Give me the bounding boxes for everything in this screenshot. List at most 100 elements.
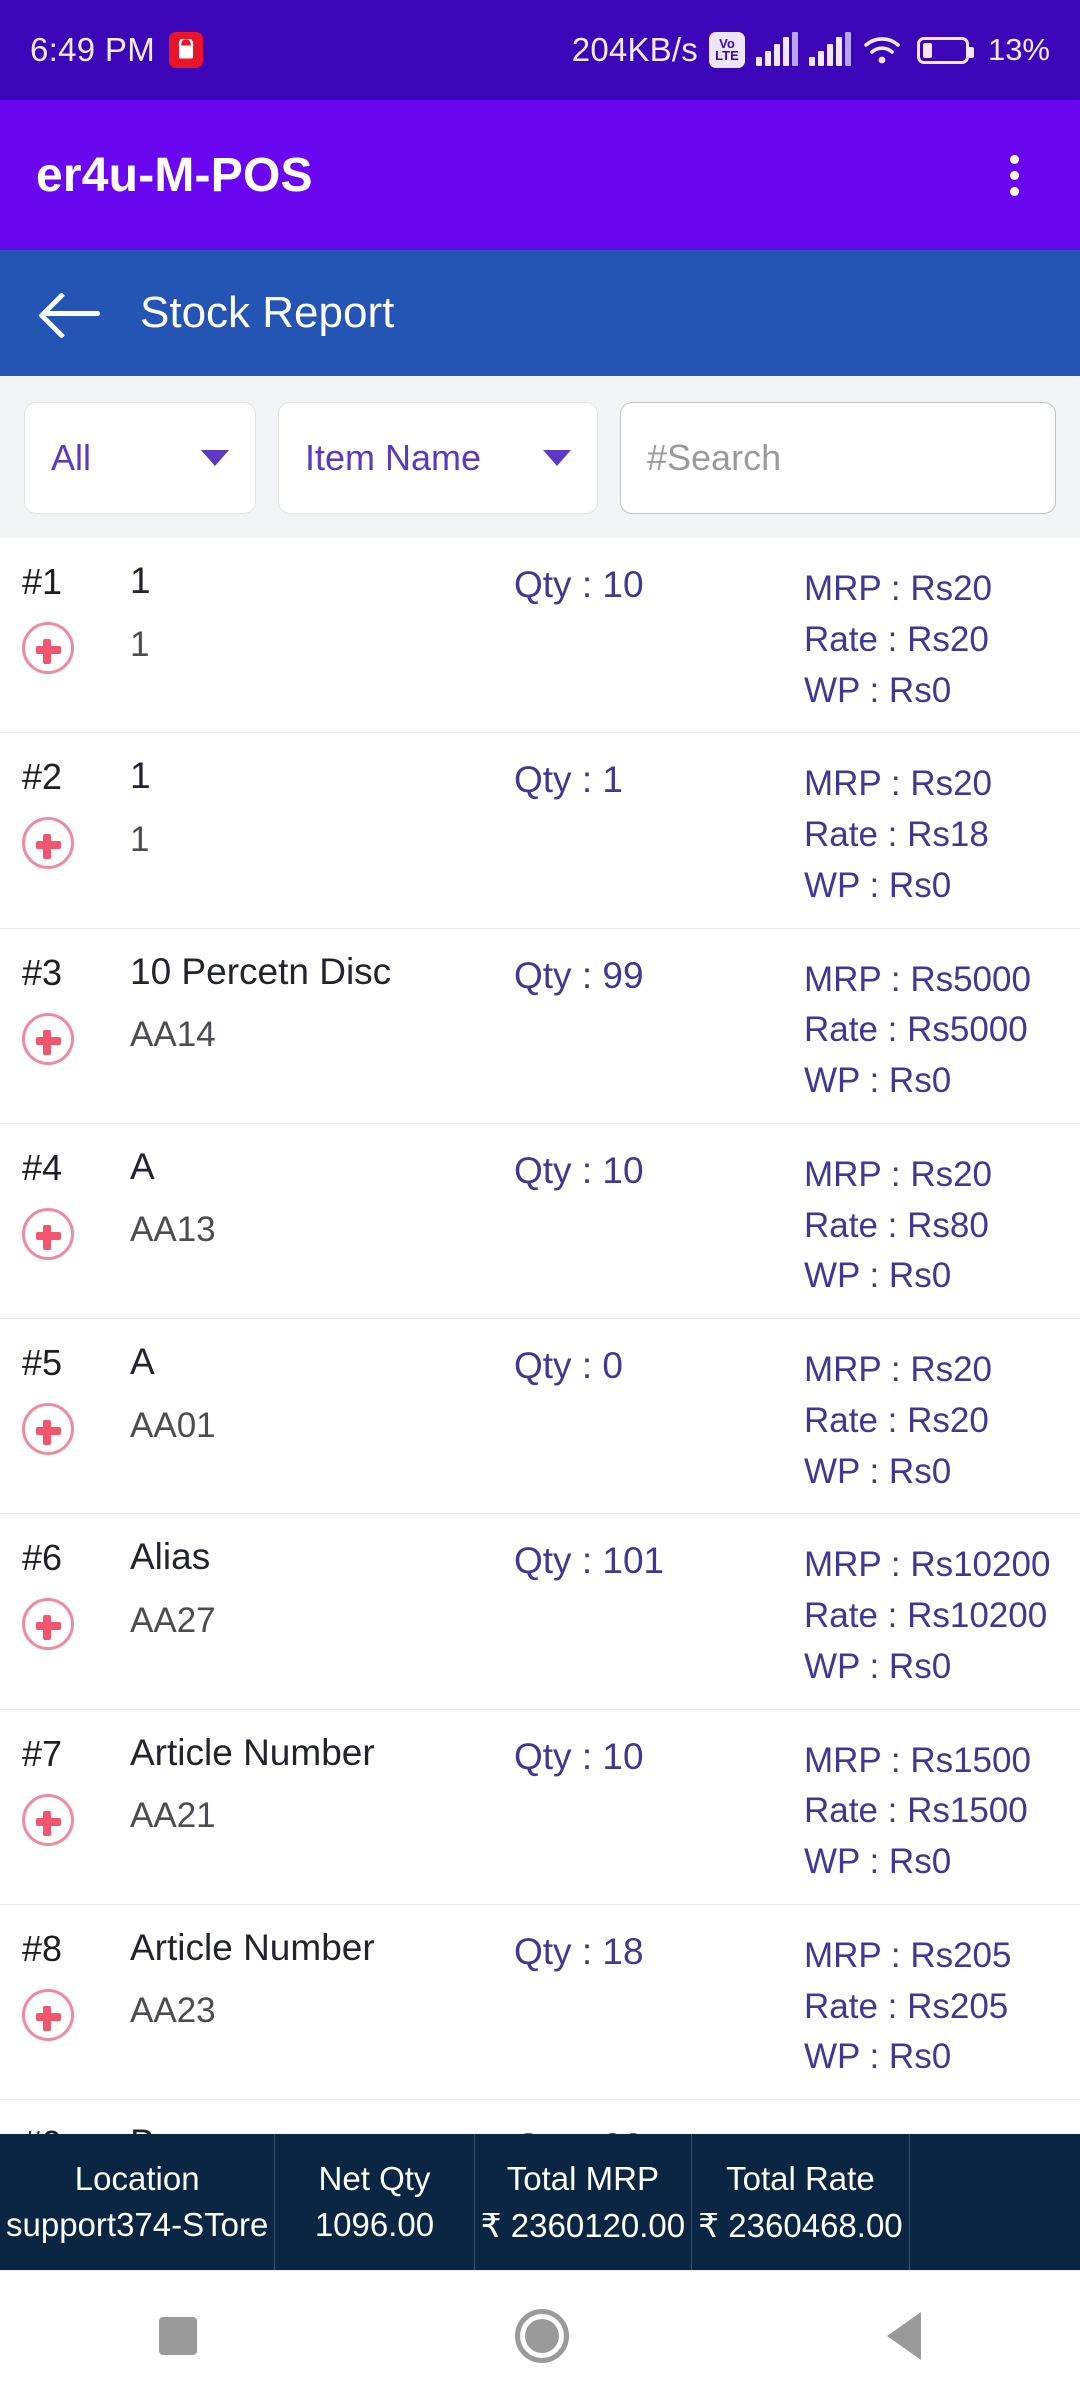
more-vertical-icon[interactable] [984,145,1044,205]
system-nav-bar [0,2270,1080,2400]
row-item-name: 1 [130,755,151,797]
row-qty-cell: Qty : 10 [514,556,804,606]
cellular-signal-icon-2 [808,32,851,66]
row-price-cell: MRP : Rs20 Rate : Rs80 WP : Rs0 [804,1142,1054,1302]
triangle-back-icon[interactable] [887,2311,921,2360]
row-index: #4 [22,1146,63,1188]
battery-percent: 13% [987,32,1050,67]
table-row[interactable]: #8 Article Number AA23 Qty : 18 MRP : Rs205 R… [0,1905,1080,2100]
row-wp: WP : Rs0 [804,2037,952,2077]
row-qty: Qty : 10 [514,1149,644,1191]
table-row[interactable]: #5 A AA01 Qty : 0 MRP : Rs20 Rate : Rs20 WP : … [0,1319,1080,1515]
circle-home-icon[interactable] [515,2308,569,2363]
row-price-cell: MRP : Rs25Rate : Rs25WP : Rs0 [804,2118,1054,2134]
row-price-cell: MRP : Rs20 Rate : Rs18 WP : Rs0 [804,751,1054,911]
row-qty: Qty : 0 [514,1345,623,1386]
row-qty-cell: Qty : 99 [514,947,804,997]
sort-dropdown[interactable]: Item Name [278,402,598,514]
summary-value: ₹ 2360120.00 [480,2206,686,2244]
summary-cell: Location support374-STore [0,2134,276,2270]
add-circle-icon[interactable] [22,1403,74,1455]
row-rate: Rate : Rs80 [804,1205,989,1245]
add-circle-icon[interactable] [22,1012,74,1065]
table-row[interactable]: #2 1 1 Qty : 1 MRP : Rs20 Rate : Rs18 WP : Rs0 [0,733,1080,929]
row-mrp: MRP : Rs25 [804,2126,1054,2134]
row-index: #3 [22,951,63,993]
row-name-cell: 11 [130,751,514,860]
table-row[interactable]: #4 A AA13 Qty : 10 MRP : Rs20 Rate : Rs80 WP :… [0,1124,1080,1319]
table-row[interactable]: #3 10 Percetn Disc AA14 Qty : 99 MRP : Rs500… [0,929,1080,1124]
row-rate: Rate : Rs205 [804,1986,1009,2026]
category-dropdown[interactable]: All [24,402,256,514]
app-title: er4u-M-POS [36,148,313,202]
row-rate: Rate : Rs10200 [804,1596,1048,1635]
search-input[interactable] [647,437,1055,479]
summary-bar: Location support374-STore Net Qty 1096.00 To… [0,2134,1080,2270]
status-bar-right: 204KB/s Vo LTE 13% [572,31,1050,69]
row-qty-cell: Qty : 1 [514,751,804,801]
row-item-code: 1 [130,819,150,859]
summary-cell: Total MRP ₹ 2360120.00 [475,2134,693,2270]
category-dropdown-label: All [51,437,92,478]
row-index: #6 [22,1537,63,1579]
add-circle-icon[interactable] [22,1793,74,1846]
row-index: #7 [22,1732,63,1774]
row-index: #8 [22,1927,63,1969]
summary-value: support374-STore [6,2206,269,2243]
row-mrp: MRP : Rs205 [804,1935,1012,1975]
table-row[interactable]: #1 1 1 Qty : 10 MRP : Rs20 Rate : Rs20 WP : Rs… [0,538,1080,734]
row-mrp: MRP : Rs20 [804,569,993,608]
add-circle-icon[interactable] [22,1598,74,1651]
summary-value: 1096.00 [314,2206,435,2243]
row-qty: Qty : 18 [514,1930,644,1972]
cellular-signal-icon [755,32,798,66]
sort-dropdown-label: Item Name [305,437,482,478]
page-header: Stock Report [0,250,1080,376]
row-wp: WP : Rs0 [804,1256,952,1296]
row-qty: Qty : 101 [514,1540,665,1582]
row-mrp: MRP : Rs5000 [804,959,1031,999]
app-bar: er4u-M-POS [0,100,1080,250]
add-circle-icon[interactable] [22,622,74,674]
row-item-name: 10 Percetn Disc [130,950,392,992]
stock-list[interactable]: #1 1 1 Qty : 10 MRP : Rs20 Rate : Rs20 WP : Rs… [0,538,1080,2134]
row-qty-cell: Qty : 10 [514,1728,804,1778]
status-bar: 6:49 PM 204KB/s Vo LTE 13% [0,0,1080,100]
row-wp: WP : Rs0 [804,1061,952,1100]
summary-value: ₹ 2360468.00 [698,2206,903,2244]
row-wp: WP : Rs0 [804,1451,952,1491]
shopping-bag-icon [169,32,203,68]
table-row[interactable]: #6 Alias AA27 Qty : 101 MRP : Rs10200 Rate : … [0,1514,1080,1710]
table-row[interactable]: #9BAA02Qty : 90MRP : Rs25Rate : Rs25WP :… [0,2100,1080,2134]
row-item-name: Alias [130,1536,211,1578]
row-qty: Qty : 90 [514,2126,804,2134]
add-circle-icon[interactable] [22,1207,74,1260]
row-price-cell: MRP : Rs5000 Rate : Rs5000 WP : Rs0 [804,947,1054,1107]
row-index-cell: #1 [22,556,130,674]
row-qty: Qty : 99 [514,954,644,996]
row-wp: WP : Rs0 [804,865,952,905]
row-wp: WP : Rs0 [804,1646,952,1686]
summary-cell: Net Qty 1096.00 [275,2134,475,2270]
row-qty-cell: Qty : 101 [514,1532,804,1582]
table-row[interactable]: #7 Article Number AA21 Qty : 10 MRP : Rs1500… [0,1710,1080,1905]
add-circle-icon[interactable] [22,817,74,870]
status-bar-left: 6:49 PM [30,31,203,69]
row-wp: WP : Rs0 [804,1842,952,1881]
row-mrp: MRP : Rs20 [804,1350,993,1389]
filter-bar: All Item Name [0,376,1080,538]
row-mrp: MRP : Rs1500 [804,1740,1031,1780]
row-name-cell: A AA01 [130,1337,514,1446]
row-index-cell: #3 [22,947,130,1065]
row-price-cell: MRP : Rs20 Rate : Rs20 WP : Rs0 [804,556,1054,716]
row-qty: Qty : 10 [514,1735,644,1777]
back-arrow-icon[interactable] [44,290,100,336]
row-price-cell: MRP : Rs1500 Rate : Rs1500 WP : Rs0 [804,1728,1054,1888]
row-qty-cell: Qty : 10 [514,1142,804,1192]
add-circle-icon[interactable] [22,1988,74,2041]
volte-bottom: LTE [715,48,739,63]
search-box[interactable] [620,402,1056,514]
row-name-cell: A AA13 [130,1142,514,1251]
square-recents-icon[interactable] [159,2316,197,2355]
row-item-name: 1 [130,560,151,601]
